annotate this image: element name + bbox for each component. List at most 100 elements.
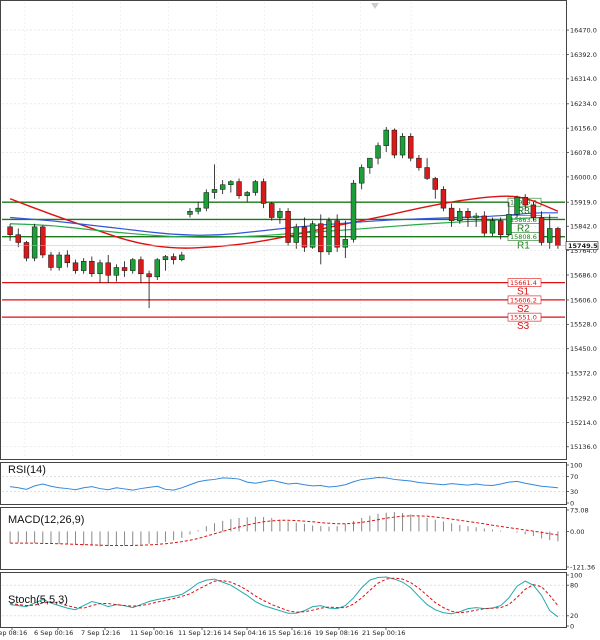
candle — [23, 240, 30, 262]
candle-down — [530, 204, 537, 218]
y-tick-label: 30 — [570, 488, 578, 496]
y-tick-label: 16078.0 — [570, 149, 597, 157]
candle-up — [383, 129, 389, 146]
candle-down — [64, 254, 71, 264]
candle-up — [130, 259, 136, 271]
candle-up — [244, 192, 250, 196]
y-tick-label: 16392.0 — [570, 51, 597, 59]
candle — [203, 189, 210, 212]
level-name-s3: S3 — [517, 321, 530, 332]
candle-down — [23, 242, 30, 259]
y-tick-label: 16156.0 — [570, 125, 597, 133]
candle-down — [334, 220, 340, 248]
y-tick-label: 0.00 — [570, 528, 584, 536]
candle-down — [522, 196, 528, 206]
candle — [399, 133, 406, 159]
candle-down — [318, 223, 324, 253]
candle — [350, 180, 357, 243]
candle-up — [547, 228, 553, 243]
y-tick-label: 15528.0 — [570, 321, 597, 329]
y-tick-label: 15292.0 — [570, 394, 597, 402]
last-price-label: 15749.5 — [568, 242, 598, 250]
candle-down — [146, 273, 152, 278]
candle-down — [7, 226, 13, 235]
candle-up — [506, 214, 512, 235]
x-tick-label: 14 Sep 04:16 — [223, 629, 266, 637]
candle-up — [350, 182, 357, 240]
candle-down — [440, 189, 447, 209]
y-tick-label: 16470.0 — [570, 27, 597, 35]
candle — [285, 208, 291, 246]
candle-up — [326, 220, 332, 253]
candle-up — [203, 192, 210, 209]
candle-down — [236, 181, 242, 196]
candle — [154, 258, 160, 280]
candle-down — [391, 129, 398, 156]
candle — [40, 225, 46, 259]
candle-down — [40, 226, 46, 256]
candle-down — [170, 256, 177, 260]
time-axis: 5 Sep 08:16 6 Sep 00:16 7 Sep 12:16 11 Sep … — [0, 627, 405, 637]
candle-up — [399, 136, 406, 156]
candle-down — [432, 178, 438, 190]
y-tick-label: 100 — [570, 461, 582, 469]
y-tick-label: 15372.0 — [570, 369, 597, 377]
candle — [514, 195, 520, 218]
candle-down — [555, 228, 561, 246]
candle-up — [228, 181, 234, 185]
candle-up — [473, 215, 479, 218]
candle-up — [358, 167, 365, 184]
y-tick-label: 16000.0 — [570, 173, 597, 181]
y-tick-label: 16234.0 — [570, 100, 597, 108]
candle-down — [481, 215, 488, 234]
candle-up — [514, 196, 520, 215]
candle-down — [285, 211, 291, 243]
candle-up — [457, 211, 463, 221]
candle-up — [187, 211, 193, 215]
y-tick-label: 20 — [570, 612, 578, 620]
candle — [326, 217, 332, 255]
y-tick-label: 16314.0 — [570, 75, 597, 83]
candle — [391, 128, 398, 159]
x-tick-label: 5 Sep 08:16 — [0, 629, 27, 637]
candle-up — [195, 207, 201, 212]
candle — [236, 178, 242, 199]
candle-down — [465, 211, 471, 218]
stoch-title: Stoch(5,5,3) — [8, 594, 68, 606]
candle-down — [424, 167, 430, 179]
candle-down — [497, 220, 504, 235]
y-tick-label: 15686.0 — [570, 271, 597, 279]
y-tick-label: -121.36 — [570, 563, 595, 571]
level-name-r1: R1 — [517, 241, 530, 252]
x-tick-label: 11 Sep 12:16 — [178, 629, 221, 637]
candle-up — [113, 267, 120, 276]
candle-down — [105, 262, 111, 276]
candle-up — [80, 260, 87, 271]
x-tick-label: 19 Sep 08:16 — [315, 629, 358, 637]
candle — [309, 220, 316, 249]
candle-down — [269, 203, 275, 218]
candle-up — [219, 184, 226, 190]
forex-chart: 16470.0 16392.0 16314.0 16234.0 16156.0 16078… — [0, 0, 600, 640]
candle-down — [15, 234, 21, 243]
candle-up — [31, 226, 38, 259]
y-tick-label: 15919.0 — [570, 199, 597, 207]
candle-up — [179, 254, 185, 260]
candle-down — [121, 267, 128, 271]
candle-down — [408, 136, 414, 159]
candle-up — [342, 239, 349, 248]
rsi-title: RSI(14) — [8, 464, 46, 476]
candle-down — [138, 259, 144, 274]
candle-up — [252, 181, 259, 193]
y-tick-label: 15842.0 — [570, 223, 597, 231]
candle-up — [162, 256, 169, 260]
y-tick-label: 15214.0 — [570, 419, 597, 427]
y-tick-label: 15606.0 — [570, 296, 597, 304]
candle-down — [72, 262, 79, 271]
candle-down — [448, 207, 455, 221]
y-tick-label: 70 — [570, 473, 578, 481]
x-tick-label: 11 Sep 00:16 — [130, 629, 173, 637]
candle-up — [309, 223, 316, 248]
candle — [31, 223, 38, 262]
candle-down — [538, 217, 545, 243]
